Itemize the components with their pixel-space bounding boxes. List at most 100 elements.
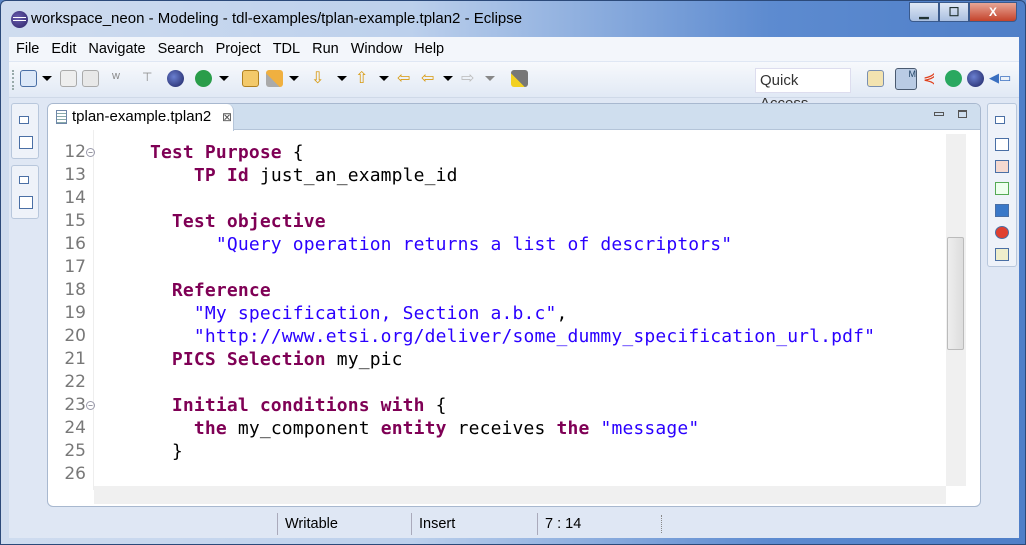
menu-project[interactable]: Project [216, 37, 267, 61]
close-button[interactable]: X [969, 2, 1017, 22]
left-trim-stack-2 [11, 165, 39, 219]
forward-dropdown-icon[interactable] [485, 76, 495, 81]
menu-window[interactable]: Window [351, 37, 409, 61]
string-token: "Query operation returns a list of descr… [215, 234, 733, 255]
eclipse-perspective-icon[interactable] [167, 70, 184, 87]
save-icon[interactable] [60, 70, 77, 87]
string-token: "My specification, Section a.b.c" [193, 303, 557, 324]
git-perspective-icon[interactable]: ⋞ [923, 70, 940, 87]
keyword-token: the [556, 418, 590, 439]
code-text: TP Id just_an_example_id [106, 164, 458, 187]
code-area[interactable]: 1112− Test Purpose {13 TP Id just_an_exa… [48, 134, 946, 486]
maximize-icon[interactable] [958, 110, 967, 118]
status-cursor-position: 7 : 14 [537, 513, 581, 535]
next-annotation-icon[interactable]: ⇩ [311, 70, 328, 87]
code-text: "My specification, Section a.b.c", [106, 302, 567, 325]
modeling-perspective-icon[interactable]: M [895, 68, 917, 90]
text-icon[interactable]: ⊤ [142, 70, 159, 87]
menu-edit[interactable]: Edit [51, 37, 82, 61]
menu-help[interactable]: Help [414, 37, 450, 61]
keyword-token: Reference [171, 280, 271, 301]
code-text: Initial conditions with { [106, 394, 447, 417]
menu-file[interactable]: File [16, 37, 45, 61]
string-token: "message" [600, 418, 700, 439]
keyword-token: the [193, 418, 227, 439]
file-icon [56, 110, 67, 124]
minimize-button[interactable]: ▁ [909, 2, 939, 22]
fold-toggle-icon[interactable]: − [86, 148, 95, 157]
line-number: 16 [64, 234, 86, 254]
fold-toggle-icon[interactable]: − [86, 401, 95, 410]
back-dropdown-icon[interactable] [443, 76, 453, 81]
keyword-token: TP Id [193, 165, 249, 186]
keyword-token: Test Purpose [149, 142, 282, 163]
window-title: workspace_neon - Modeling - tdl-examples… [31, 10, 523, 27]
code-text: "http://www.etsi.org/deliver/some_dummy_… [106, 325, 875, 348]
back-icon[interactable]: ⇦ [421, 70, 438, 87]
text-token: receives [446, 418, 557, 439]
restore-icon[interactable] [995, 116, 1005, 124]
project-explorer-icon[interactable] [19, 136, 33, 149]
line-number: 24 [64, 418, 86, 438]
last-edit-icon[interactable]: ⇦ [397, 70, 414, 87]
java-perspective-icon[interactable] [967, 70, 984, 87]
console-icon[interactable] [995, 204, 1009, 217]
minimize-icon[interactable] [934, 112, 944, 116]
tab-tplan-example[interactable]: tplan-example.tplan2 ⊠ [48, 104, 234, 131]
debug-perspective-icon[interactable]: ◀▭ [989, 70, 1011, 87]
tab-close-icon[interactable]: ⊠ [222, 104, 232, 130]
word-wrap-icon[interactable]: w [112, 70, 129, 87]
vertical-scrollbar[interactable] [946, 134, 966, 486]
forward-icon[interactable]: ⇨ [461, 70, 478, 87]
restore-icon[interactable] [19, 176, 29, 184]
menu-run[interactable]: Run [312, 37, 345, 61]
highlighter-icon[interactable] [511, 70, 528, 87]
sirius-perspective-icon[interactable] [945, 70, 962, 87]
text-token: { [281, 142, 304, 163]
quick-access-field[interactable]: Quick Access [755, 68, 851, 112]
menu-tdl[interactable]: TDL [273, 37, 306, 61]
status-insert-mode[interactable]: Insert [411, 513, 455, 535]
progress-icon[interactable] [995, 248, 1009, 261]
open-perspective-icon[interactable] [867, 70, 884, 87]
next-annotation-dropdown-icon[interactable] [337, 76, 347, 81]
tab-label: tplan-example.tplan2 [72, 108, 212, 125]
menu-navigate[interactable]: Navigate [88, 37, 151, 61]
horizontal-scrollbar[interactable] [94, 486, 946, 504]
properties-icon[interactable] [995, 138, 1009, 151]
line-number: 17 [64, 257, 86, 277]
restore-icon[interactable] [19, 116, 29, 124]
outline-icon[interactable] [19, 196, 33, 209]
text-token: my_component [226, 418, 381, 439]
menu-search[interactable]: Search [158, 37, 210, 61]
editor-tab-bar: tplan-example.tplan2 ⊠ [48, 104, 980, 131]
problems-icon[interactable] [995, 226, 1009, 239]
open-folder-icon[interactable] [242, 70, 259, 87]
run-icon[interactable] [195, 70, 212, 87]
toolbar-grip[interactable] [12, 70, 14, 90]
vertical-scroll-thumb[interactable] [947, 237, 964, 350]
new-icon[interactable] [20, 70, 37, 87]
new-dropdown-icon[interactable] [42, 76, 52, 81]
keyword-token: entity [380, 418, 447, 439]
brush-icon[interactable] [266, 70, 283, 87]
palette-icon[interactable] [995, 160, 1009, 173]
text-token: just_an_example_id [248, 165, 458, 186]
maximize-button[interactable]: ☐ [939, 2, 969, 22]
line-number: 15 [64, 211, 86, 231]
save-all-icon[interactable] [82, 70, 99, 87]
keyword-token: PICS Selection [171, 349, 326, 370]
code-text: Test objective [106, 210, 326, 233]
model-explorer-icon[interactable] [995, 182, 1009, 195]
previous-annotation-icon[interactable]: ⇧ [355, 70, 372, 87]
line-number: 14 [64, 188, 86, 208]
brush-dropdown-icon[interactable] [289, 76, 299, 81]
previous-annotation-dropdown-icon[interactable] [379, 76, 389, 81]
eclipse-app-icon [11, 11, 28, 28]
text-token: { [424, 395, 447, 416]
run-dropdown-icon[interactable] [219, 76, 229, 81]
